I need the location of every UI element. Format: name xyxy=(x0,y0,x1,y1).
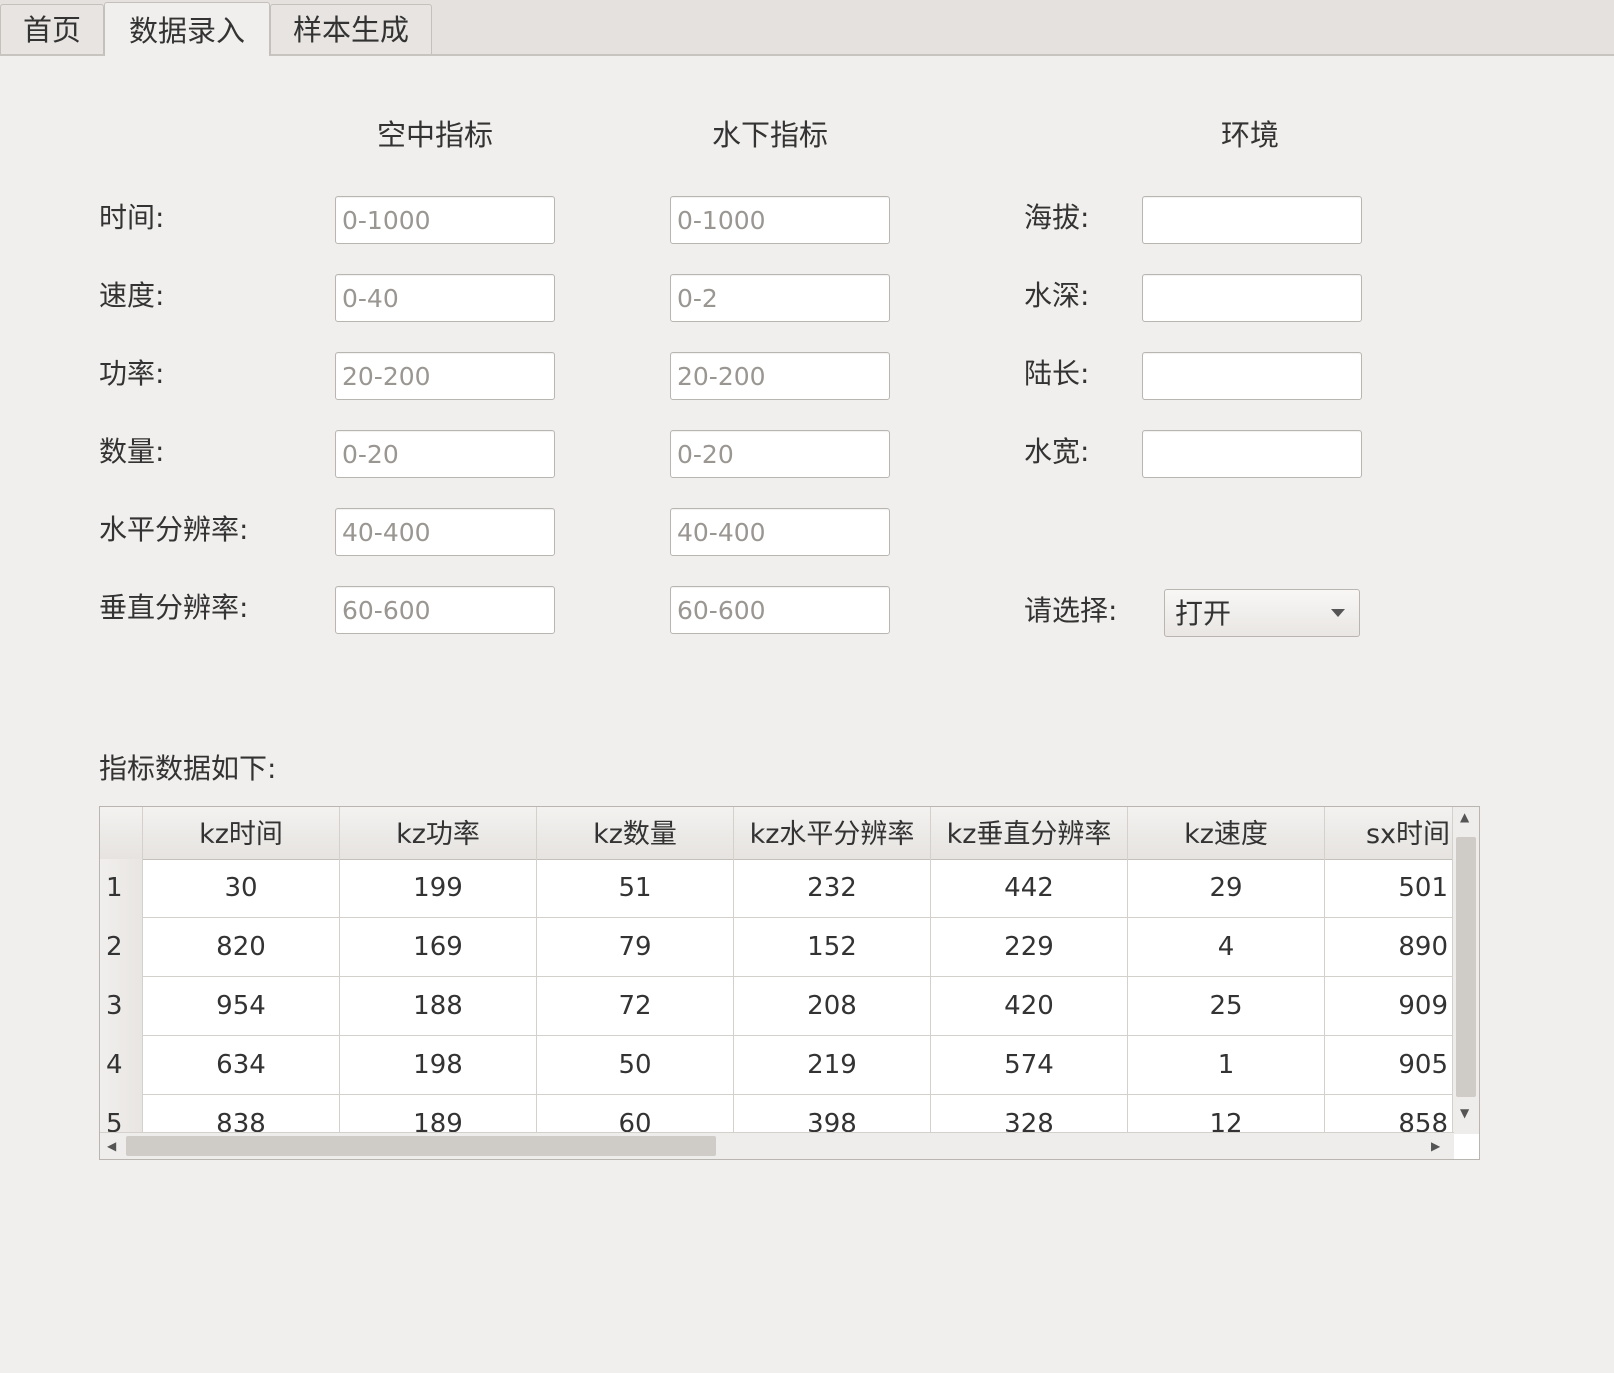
table-cell[interactable]: 219 xyxy=(734,1036,931,1095)
table-row[interactable]: 4 634 198 50 219 574 1 905 xyxy=(100,1036,1454,1095)
select-value: 打开 xyxy=(1175,597,1232,630)
column-header[interactable]: kz水平分辨率 xyxy=(734,807,931,859)
air-horizontal-resolution-input[interactable] xyxy=(335,508,555,556)
time-label: 时间: xyxy=(99,201,165,234)
table-cell[interactable]: 30 xyxy=(143,859,340,918)
table-cell[interactable]: 72 xyxy=(537,977,734,1036)
table-cell[interactable]: 25 xyxy=(1128,977,1325,1036)
table-cell[interactable]: 574 xyxy=(931,1036,1128,1095)
water-width-input[interactable] xyxy=(1142,430,1362,478)
horizontal-resolution-label: 水平分辨率: xyxy=(99,513,249,546)
column-header[interactable]: kz功率 xyxy=(340,807,537,859)
air-time-input[interactable] xyxy=(335,196,555,244)
select-label: 请选择: xyxy=(1024,594,1118,627)
horizontal-scroll-thumb[interactable] xyxy=(126,1136,716,1156)
mode-select[interactable]: 打开 xyxy=(1164,589,1360,637)
scroll-left-arrow-icon[interactable]: ◀ xyxy=(107,1140,116,1152)
table-cell[interactable]: 232 xyxy=(734,859,931,918)
column-header[interactable]: kz数量 xyxy=(537,807,734,859)
tab-sample-generation[interactable]: 样本生成 xyxy=(270,4,432,54)
water-time-input[interactable] xyxy=(670,196,890,244)
column-header[interactable]: kz垂直分辨率 xyxy=(931,807,1128,859)
table-cell[interactable]: 169 xyxy=(340,918,537,977)
land-length-label: 陆长: xyxy=(1024,357,1090,390)
tab-home[interactable]: 首页 xyxy=(0,4,104,54)
table-cell[interactable]: 51 xyxy=(537,859,734,918)
table-cell[interactable]: 152 xyxy=(734,918,931,977)
chevron-down-icon xyxy=(1331,609,1345,617)
table-header: kz时间 kz功率 kz数量 kz水平分辨率 kz垂直分辨率 kz速度 sx时间 xyxy=(100,807,1454,860)
table-cell[interactable]: 909 xyxy=(1325,977,1454,1036)
water-horizontal-resolution-input[interactable] xyxy=(670,508,890,556)
column-header[interactable]: kz时间 xyxy=(143,807,340,859)
table-cell[interactable]: 4 xyxy=(1128,918,1325,977)
underwater-metrics-heading: 水下指标 xyxy=(711,118,828,152)
scroll-up-arrow-icon[interactable]: ▲ xyxy=(1460,811,1469,823)
power-label: 功率: xyxy=(99,357,165,390)
vertical-scrollbar[interactable]: ▲ ▼ xyxy=(1452,807,1479,1134)
corner-header[interactable] xyxy=(100,807,143,859)
scroll-right-arrow-icon[interactable]: ▶ xyxy=(1431,1140,1440,1152)
column-header[interactable]: sx时间 xyxy=(1325,807,1454,859)
table-cell[interactable]: 208 xyxy=(734,977,931,1036)
air-metrics-heading: 空中指标 xyxy=(376,118,493,152)
table-cell[interactable]: 442 xyxy=(931,859,1128,918)
speed-label: 速度: xyxy=(99,279,165,312)
table-row[interactable]: 2 820 169 79 152 229 4 890 xyxy=(100,918,1454,977)
table-cell[interactable]: 1 xyxy=(1128,1036,1325,1095)
scroll-down-arrow-icon[interactable]: ▼ xyxy=(1460,1107,1469,1119)
table-cell[interactable]: 198 xyxy=(340,1036,537,1095)
altitude-input[interactable] xyxy=(1142,196,1362,244)
row-number[interactable]: 2 xyxy=(100,918,143,977)
column-header[interactable]: kz速度 xyxy=(1128,807,1325,859)
land-length-input[interactable] xyxy=(1142,352,1362,400)
air-vertical-resolution-input[interactable] xyxy=(335,586,555,634)
table-cell[interactable]: 199 xyxy=(340,859,537,918)
air-power-input[interactable] xyxy=(335,352,555,400)
table-title: 指标数据如下: xyxy=(99,752,277,785)
table-cell[interactable]: 501 xyxy=(1325,859,1454,918)
altitude-label: 海拔: xyxy=(1024,201,1090,234)
row-number[interactable]: 3 xyxy=(100,977,143,1036)
quantity-label: 数量: xyxy=(99,435,165,468)
vertical-scroll-thumb[interactable] xyxy=(1456,837,1476,1097)
water-vertical-resolution-input[interactable] xyxy=(670,586,890,634)
vertical-resolution-label: 垂直分辨率: xyxy=(99,591,249,624)
water-width-label: 水宽: xyxy=(1024,435,1090,468)
table-cell[interactable]: 954 xyxy=(143,977,340,1036)
metrics-table: kz时间 kz功率 kz数量 kz水平分辨率 kz垂直分辨率 kz速度 sx时间… xyxy=(99,806,1480,1160)
environment-heading: 环境 xyxy=(1220,118,1279,152)
table-cell[interactable]: 229 xyxy=(931,918,1128,977)
horizontal-scrollbar[interactable]: ◀ ▶ xyxy=(100,1132,1454,1159)
air-quantity-input[interactable] xyxy=(335,430,555,478)
water-quantity-input[interactable] xyxy=(670,430,890,478)
water-power-input[interactable] xyxy=(670,352,890,400)
table-cell[interactable]: 634 xyxy=(143,1036,340,1095)
row-number[interactable]: 1 xyxy=(100,859,143,918)
water-depth-input[interactable] xyxy=(1142,274,1362,322)
table-cell[interactable]: 29 xyxy=(1128,859,1325,918)
table-cell[interactable]: 905 xyxy=(1325,1036,1454,1095)
table-cell[interactable]: 50 xyxy=(537,1036,734,1095)
water-speed-input[interactable] xyxy=(670,274,890,322)
table-cell[interactable]: 79 xyxy=(537,918,734,977)
air-speed-input[interactable] xyxy=(335,274,555,322)
table-row[interactable]: 3 954 188 72 208 420 25 909 xyxy=(100,977,1454,1036)
tab-data-entry[interactable]: 数据录入 xyxy=(104,2,270,56)
table-cell[interactable]: 420 xyxy=(931,977,1128,1036)
table-cell[interactable]: 188 xyxy=(340,977,537,1036)
tab-bar: 首页 数据录入 样本生成 xyxy=(0,0,1614,56)
table-cell[interactable]: 820 xyxy=(143,918,340,977)
table-cell[interactable]: 890 xyxy=(1325,918,1454,977)
row-number[interactable]: 4 xyxy=(100,1036,143,1095)
water-depth-label: 水深: xyxy=(1024,279,1090,312)
table-row[interactable]: 1 30 199 51 232 442 29 501 xyxy=(100,859,1454,918)
